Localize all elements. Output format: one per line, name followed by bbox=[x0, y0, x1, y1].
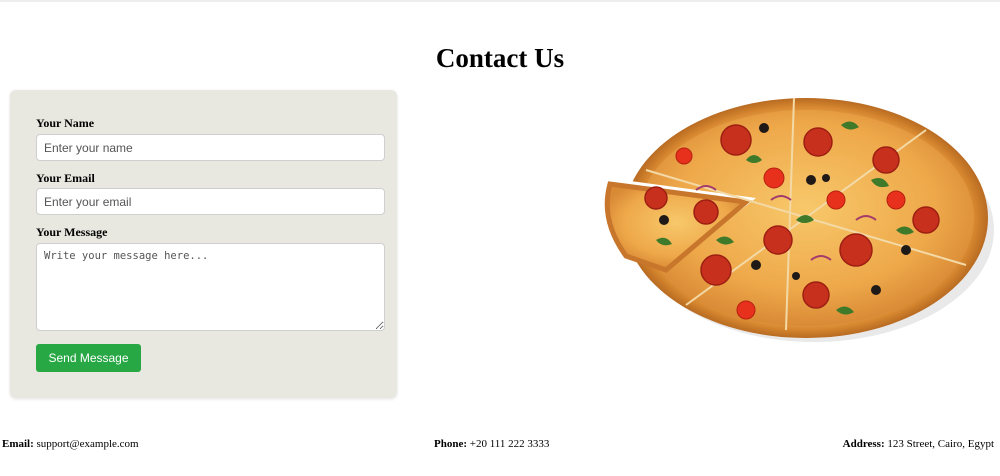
message-textarea[interactable] bbox=[36, 243, 385, 331]
footer-phone-label: Phone: bbox=[434, 438, 467, 450]
footer-email-value: support@example.com bbox=[36, 438, 139, 450]
email-input[interactable] bbox=[36, 188, 385, 215]
footer-email: Email: support@example.com bbox=[2, 437, 139, 451]
send-message-button[interactable]: Send Message bbox=[36, 344, 141, 372]
message-label: Your Message bbox=[36, 225, 108, 239]
top-divider bbox=[0, 0, 1000, 2]
footer-address-label: Address: bbox=[842, 438, 885, 450]
name-input[interactable] bbox=[36, 134, 385, 161]
pizza-illustration bbox=[604, 97, 994, 342]
email-label: Your Email bbox=[36, 171, 95, 185]
name-label: Your Name bbox=[36, 116, 95, 130]
footer-email-label: Email: bbox=[2, 438, 34, 450]
footer-phone-value: +20 111 222 3333 bbox=[469, 438, 550, 450]
footer-address: Address: 123 Street, Cairo, Egypt bbox=[843, 437, 994, 451]
footer-address-value: 123 Street, Cairo, Egypt bbox=[887, 438, 994, 450]
contact-form: Your Name Your Email Your Message Send M… bbox=[10, 90, 397, 398]
pizza-image bbox=[596, 80, 996, 348]
footer-phone: Phone: +20 111 222 3333 bbox=[434, 437, 549, 451]
page-title: Contact Us bbox=[435, 43, 565, 73]
